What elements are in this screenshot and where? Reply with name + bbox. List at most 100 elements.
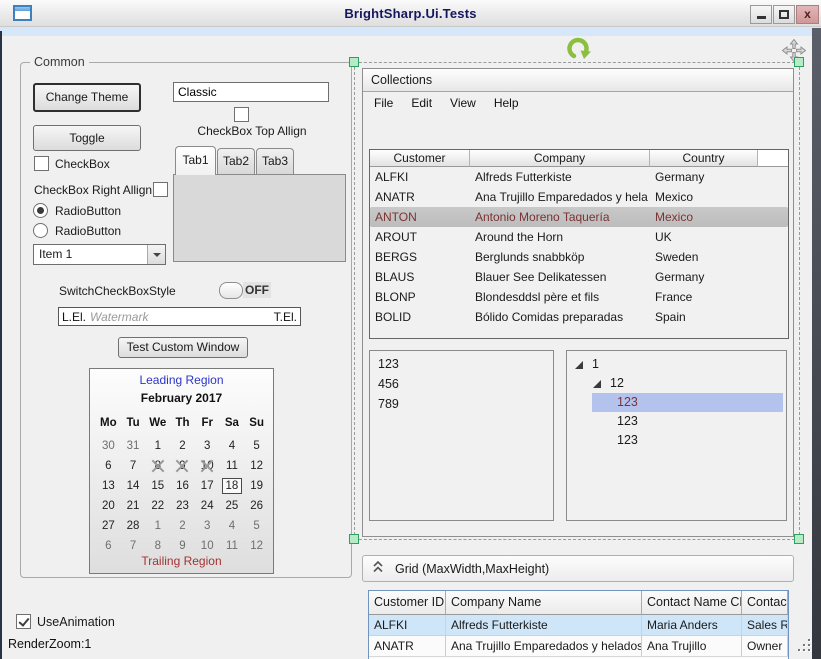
- calendar-day[interactable]: 20: [96, 496, 121, 516]
- menu-item[interactable]: File: [365, 94, 402, 112]
- calendar-day[interactable]: 15: [145, 476, 170, 496]
- tree-expanded-icon[interactable]: [593, 380, 601, 388]
- calendar-day[interactable]: 8: [145, 536, 170, 556]
- switch-thumb[interactable]: [219, 282, 243, 299]
- calendar-day[interactable]: 3: [195, 436, 220, 456]
- toggle-button[interactable]: Toggle: [33, 125, 141, 151]
- calendar-day[interactable]: 2: [170, 516, 195, 536]
- calendar-day[interactable]: 30: [96, 436, 121, 456]
- list-item[interactable]: 789: [370, 394, 553, 414]
- tab-tab3[interactable]: Tab3: [256, 148, 294, 175]
- tree-item-root[interactable]: 1: [567, 355, 786, 374]
- list-item[interactable]: 123: [370, 354, 553, 374]
- chevron-down-icon[interactable]: [147, 245, 165, 264]
- grid-expander-header[interactable]: Grid (MaxWidth,MaxHeight): [362, 555, 794, 582]
- minimize-button[interactable]: [750, 5, 772, 24]
- item-combobox[interactable]: Item 1: [33, 244, 166, 265]
- calendar-day[interactable]: 11: [220, 536, 245, 556]
- selection-handle-top-right[interactable]: [794, 57, 804, 67]
- selection-handle-top-left[interactable]: [349, 57, 359, 67]
- calendar-day[interactable]: 4: [220, 436, 245, 456]
- table-row[interactable]: ALFKI Alfreds Futterkiste Germany: [370, 167, 788, 187]
- switch-toggle[interactable]: OFF: [219, 281, 271, 299]
- calendar-day[interactable]: 2: [170, 436, 195, 456]
- selection-handle-bottom-left[interactable]: [349, 534, 359, 544]
- calendar-day[interactable]: 19: [244, 476, 269, 496]
- checkbox-right-align[interactable]: [153, 182, 168, 197]
- calendar-day[interactable]: 1: [145, 516, 170, 536]
- table-row[interactable]: BLAUS Blauer See Delikatessen Germany: [370, 267, 788, 287]
- calendar-day[interactable]: 28: [121, 516, 146, 536]
- calendar-day[interactable]: 9: [170, 536, 195, 556]
- calendar-month-title[interactable]: February 2017: [90, 391, 273, 405]
- calendar-day[interactable]: 16: [170, 476, 195, 496]
- tree-expanded-icon[interactable]: [575, 361, 583, 369]
- calendar-day[interactable]: 18: [220, 476, 245, 496]
- calendar-day[interactable]: 21: [121, 496, 146, 516]
- calendar-day[interactable]: 25: [220, 496, 245, 516]
- calendar-day[interactable]: 3: [195, 516, 220, 536]
- table-row[interactable]: AROUT Around the Horn UK: [370, 227, 788, 247]
- calendar-day[interactable]: 17: [195, 476, 220, 496]
- tree-item-child[interactable]: 12: [567, 374, 786, 393]
- menu-item[interactable]: Help: [485, 94, 528, 112]
- table-row[interactable]: BERGS Berglunds snabbköp Sweden: [370, 247, 788, 267]
- watermark-textbox[interactable]: L.El. Watermark T.El.: [58, 307, 301, 326]
- calendar-day[interactable]: 22: [145, 496, 170, 516]
- calendar-day[interactable]: 6: [96, 536, 121, 556]
- calendar-day[interactable]: 14: [121, 476, 146, 496]
- tree-item-leaf[interactable]: 123: [567, 431, 786, 450]
- test-custom-window-button[interactable]: Test Custom Window: [118, 337, 248, 358]
- calendar-day[interactable]: 10: [195, 456, 220, 476]
- collections-header[interactable]: Collections: [363, 69, 793, 92]
- calendar-day[interactable]: 8: [145, 456, 170, 476]
- calendar-day[interactable]: 27: [96, 516, 121, 536]
- column-header-customer[interactable]: Customer: [370, 150, 470, 167]
- table-row[interactable]: BOLID Bólido Comidas preparadas Spain: [370, 307, 788, 327]
- calendar-day[interactable]: 9: [170, 456, 195, 476]
- collapse-up-icon[interactable]: [373, 561, 383, 576]
- checkbox-plain[interactable]: [34, 156, 49, 171]
- menu-item[interactable]: Edit: [402, 94, 441, 112]
- calendar-day[interactable]: 23: [170, 496, 195, 516]
- selection-handle-bottom-right[interactable]: [794, 534, 804, 544]
- close-button[interactable]: x: [796, 5, 819, 24]
- table-row[interactable]: ANATR Ana Trujillo Emparedados y hela Me…: [370, 187, 788, 207]
- calendar-day[interactable]: 26: [244, 496, 269, 516]
- calendar-day[interactable]: 4: [220, 516, 245, 536]
- radio-button-1[interactable]: [33, 203, 48, 218]
- calendar-day[interactable]: 31: [121, 436, 146, 456]
- theme-input[interactable]: [173, 82, 329, 102]
- calendar-day[interactable]: 10: [195, 536, 220, 556]
- calendar-day[interactable]: 12: [244, 456, 269, 476]
- calendar-day[interactable]: 5: [244, 436, 269, 456]
- menu-item[interactable]: View: [441, 94, 485, 112]
- table-row[interactable]: ANTON Antonio Moreno Taquería Mexico: [370, 207, 788, 227]
- checkbox-top-align[interactable]: [234, 107, 249, 122]
- table-row[interactable]: ALFKI Alfreds Futterkiste Maria Anders S…: [369, 615, 788, 636]
- calendar-day[interactable]: 12: [244, 536, 269, 556]
- radio-button-2[interactable]: [33, 223, 48, 238]
- tab-tab1[interactable]: Tab1: [175, 146, 216, 175]
- table-row[interactable]: BLONP Blondesddsl père et fils France: [370, 287, 788, 307]
- column-header-contact-title[interactable]: Contact: [742, 591, 788, 615]
- calendar-day[interactable]: 7: [121, 456, 146, 476]
- maximize-button[interactable]: [773, 5, 795, 24]
- column-header-contact-name[interactable]: Contact Name CN: [642, 591, 742, 615]
- list-item[interactable]: 456: [370, 374, 553, 394]
- calendar-day[interactable]: 13: [96, 476, 121, 496]
- column-header-company-name[interactable]: Company Name: [446, 591, 642, 615]
- calendar-day[interactable]: 11: [220, 456, 245, 476]
- calendar-day[interactable]: 6: [96, 456, 121, 476]
- titlebar[interactable]: BrightSharp.Ui.Tests x: [0, 0, 821, 27]
- calendar-day[interactable]: 1: [145, 436, 170, 456]
- calendar-day[interactable]: 24: [195, 496, 220, 516]
- resize-grip[interactable]: [799, 639, 812, 652]
- calendar-day[interactable]: 7: [121, 536, 146, 556]
- change-theme-button[interactable]: Change Theme: [33, 83, 141, 112]
- tree-item-leaf[interactable]: 123: [567, 412, 786, 431]
- use-animation-checkbox[interactable]: [16, 614, 31, 629]
- column-header-company[interactable]: Company: [470, 150, 650, 167]
- tab-tab2[interactable]: Tab2: [217, 148, 255, 175]
- tree-item-leaf-selected[interactable]: 123: [592, 393, 783, 412]
